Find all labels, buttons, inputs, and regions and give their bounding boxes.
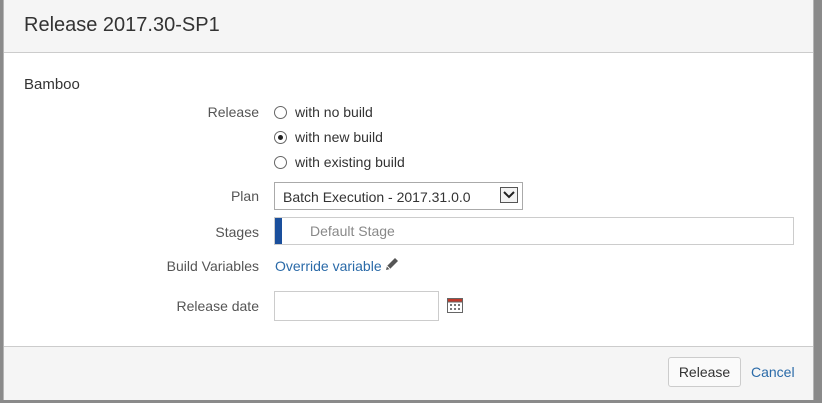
build-variables-label: Build Variables <box>166 258 259 274</box>
plan-select[interactable]: Batch Execution - 2017.31.0.0 <box>274 182 523 210</box>
release-date-input[interactable] <box>274 291 439 321</box>
radio-button[interactable] <box>274 155 287 169</box>
radio-no-build[interactable]: with no build <box>274 102 373 122</box>
override-variable-text[interactable]: Override variable <box>275 258 382 274</box>
chevron-down-icon[interactable] <box>500 187 518 203</box>
release-dialog: Release 2017.30-SP1 Bamboo Release with … <box>3 0 814 400</box>
release-date-label: Release date <box>176 298 259 314</box>
calendar-icon[interactable] <box>447 297 463 318</box>
section-title: Bamboo <box>24 76 80 93</box>
radio-button[interactable] <box>274 105 287 119</box>
radio-label: with existing build <box>295 154 405 170</box>
stage-default[interactable]: Default Stage <box>310 223 395 239</box>
radio-button[interactable] <box>274 130 287 144</box>
radio-label: with new build <box>295 129 383 145</box>
radio-existing-build[interactable]: with existing build <box>274 152 405 172</box>
stage-accent-bar <box>275 218 282 244</box>
radio-new-build[interactable]: with new build <box>274 127 383 147</box>
plan-selected-value: Batch Execution - 2017.31.0.0 <box>283 189 471 205</box>
release-button[interactable]: Release <box>668 357 741 387</box>
cancel-link[interactable]: Cancel <box>751 364 795 380</box>
dialog-title: Release 2017.30-SP1 <box>24 14 220 36</box>
radio-label: with no build <box>295 104 373 120</box>
release-label: Release <box>207 104 259 120</box>
pencil-icon[interactable] <box>385 257 399 274</box>
stages-field[interactable]: Default Stage <box>274 217 794 245</box>
plan-label: Plan <box>230 188 259 204</box>
dialog-header: Release 2017.30-SP1 <box>4 0 813 53</box>
stages-label: Stages <box>215 224 259 240</box>
override-variable-link[interactable]: Override variable <box>275 257 399 274</box>
